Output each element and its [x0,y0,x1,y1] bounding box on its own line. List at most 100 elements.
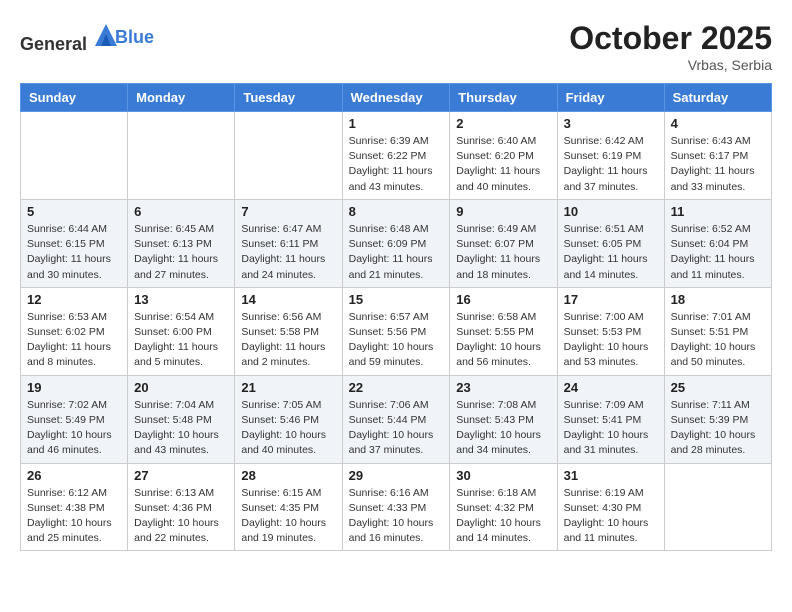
calendar-cell: 15 Sunrise: 6:57 AM Sunset: 5:56 PM Dayli… [342,287,450,375]
weekday-header: Wednesday [342,84,450,112]
day-number: 17 [564,292,658,307]
calendar-cell: 16 Sunrise: 6:58 AM Sunset: 5:55 PM Dayli… [450,287,557,375]
day-info: Sunrise: 7:09 AM Sunset: 5:41 PM Dayligh… [564,398,658,459]
weekday-header: Friday [557,84,664,112]
day-number: 15 [349,292,444,307]
day-info: Sunrise: 6:12 AM Sunset: 4:38 PM Dayligh… [27,486,121,547]
day-info: Sunrise: 7:04 AM Sunset: 5:48 PM Dayligh… [134,398,228,459]
calendar-cell: 3 Sunrise: 6:42 AM Sunset: 6:19 PM Daylig… [557,112,664,200]
calendar-cell: 8Sunrise: 6:48 AM Sunset: 6:09 PM Daylig… [342,199,450,287]
calendar-cell: 18Sunrise: 7:01 AM Sunset: 5:51 PM Dayli… [664,287,771,375]
calendar-cell [21,112,128,200]
day-info: Sunrise: 6:43 AM Sunset: 6:17 PM Dayligh… [671,134,765,195]
day-info: Sunrise: 6:58 AM Sunset: 5:55 PM Dayligh… [456,310,550,371]
day-number: 24 [564,380,658,395]
day-info: Sunrise: 7:02 AM Sunset: 5:49 PM Dayligh… [27,398,121,459]
calendar-cell [235,112,342,200]
calendar-cell: 24 Sunrise: 7:09 AM Sunset: 5:41 PM Dayli… [557,375,664,463]
calendar-cell: 10Sunrise: 6:51 AM Sunset: 6:05 PM Dayli… [557,199,664,287]
calendar-table: SundayMondayTuesdayWednesdayThursdayFrid… [20,83,772,551]
day-number: 30 [456,468,550,483]
weekday-header: Sunday [21,84,128,112]
calendar-cell: 29 Sunrise: 6:16 AM Sunset: 4:33 PM Dayli… [342,463,450,551]
calendar-cell: 22Sunrise: 7:06 AM Sunset: 5:44 PM Dayli… [342,375,450,463]
calendar-cell: 28 Sunrise: 6:15 AM Sunset: 4:35 PM Dayli… [235,463,342,551]
calendar-week-row: 1 Sunrise: 6:39 AM Sunset: 6:22 PM Daylig… [21,112,772,200]
day-info: Sunrise: 6:52 AM Sunset: 6:04 PM Dayligh… [671,222,765,283]
calendar-week-row: 26 Sunrise: 6:12 AM Sunset: 4:38 PM Dayli… [21,463,772,551]
day-number: 23 [456,380,550,395]
day-number: 5 [27,204,121,219]
weekday-header: Tuesday [235,84,342,112]
day-info: Sunrise: 7:00 AM Sunset: 5:53 PM Dayligh… [564,310,658,371]
calendar-cell: 30 Sunrise: 6:18 AM Sunset: 4:32 PM Dayli… [450,463,557,551]
calendar-cell: 25 Sunrise: 7:11 AM Sunset: 5:39 PM Dayli… [664,375,771,463]
day-info: Sunrise: 6:48 AM Sunset: 6:09 PM Dayligh… [349,222,444,283]
calendar-cell: 5 Sunrise: 6:44 AM Sunset: 6:15 PM Daylig… [21,199,128,287]
calendar-cell: 17 Sunrise: 7:00 AM Sunset: 5:53 PM Dayli… [557,287,664,375]
day-number: 20 [134,380,228,395]
day-number: 26 [27,468,121,483]
day-info: Sunrise: 6:44 AM Sunset: 6:15 PM Dayligh… [27,222,121,283]
day-number: 29 [349,468,444,483]
day-info: Sunrise: 6:42 AM Sunset: 6:19 PM Dayligh… [564,134,658,195]
calendar-cell: 23 Sunrise: 7:08 AM Sunset: 5:43 PM Dayli… [450,375,557,463]
day-number: 16 [456,292,550,307]
day-info: Sunrise: 6:49 AM Sunset: 6:07 PM Dayligh… [456,222,550,283]
day-number: 4 [671,116,765,131]
calendar-week-row: 5 Sunrise: 6:44 AM Sunset: 6:15 PM Daylig… [21,199,772,287]
calendar-cell: 19 Sunrise: 7:02 AM Sunset: 5:49 PM Dayli… [21,375,128,463]
day-info: Sunrise: 6:19 AM Sunset: 4:30 PM Dayligh… [564,486,658,547]
day-info: Sunrise: 6:54 AM Sunset: 6:00 PM Dayligh… [134,310,228,371]
day-number: 27 [134,468,228,483]
calendar-week-row: 19 Sunrise: 7:02 AM Sunset: 5:49 PM Dayli… [21,375,772,463]
day-info: Sunrise: 7:08 AM Sunset: 5:43 PM Dayligh… [456,398,550,459]
day-number: 21 [241,380,335,395]
calendar-cell: 9 Sunrise: 6:49 AM Sunset: 6:07 PM Daylig… [450,199,557,287]
day-number: 1 [349,116,444,131]
day-info: Sunrise: 6:56 AM Sunset: 5:58 PM Dayligh… [241,310,335,371]
calendar-cell: 7Sunrise: 6:47 AM Sunset: 6:11 PM Daylig… [235,199,342,287]
logo: General Blue [20,20,154,55]
day-info: Sunrise: 6:40 AM Sunset: 6:20 PM Dayligh… [456,134,550,195]
day-number: 19 [27,380,121,395]
day-number: 2 [456,116,550,131]
calendar-cell: 11Sunrise: 6:52 AM Sunset: 6:04 PM Dayli… [664,199,771,287]
day-number: 3 [564,116,658,131]
day-number: 31 [564,468,658,483]
calendar-cell [128,112,235,200]
month-title: October 2025 [569,20,772,57]
day-info: Sunrise: 7:06 AM Sunset: 5:44 PM Dayligh… [349,398,444,459]
calendar-cell: 2 Sunrise: 6:40 AM Sunset: 6:20 PM Daylig… [450,112,557,200]
day-number: 12 [27,292,121,307]
calendar-cell: 27 Sunrise: 6:13 AM Sunset: 4:36 PM Dayli… [128,463,235,551]
day-number: 9 [456,204,550,219]
weekday-header: Monday [128,84,235,112]
day-info: Sunrise: 6:53 AM Sunset: 6:02 PM Dayligh… [27,310,121,371]
day-number: 10 [564,204,658,219]
day-info: Sunrise: 6:47 AM Sunset: 6:11 PM Dayligh… [241,222,335,283]
calendar-cell: 20 Sunrise: 7:04 AM Sunset: 5:48 PM Dayli… [128,375,235,463]
calendar-week-row: 12 Sunrise: 6:53 AM Sunset: 6:02 PM Dayli… [21,287,772,375]
day-number: 14 [241,292,335,307]
title-section: October 2025 Vrbas, Serbia [569,20,772,73]
calendar-cell: 4 Sunrise: 6:43 AM Sunset: 6:17 PM Daylig… [664,112,771,200]
calendar-cell [664,463,771,551]
day-info: Sunrise: 6:13 AM Sunset: 4:36 PM Dayligh… [134,486,228,547]
calendar-cell: 6Sunrise: 6:45 AM Sunset: 6:13 PM Daylig… [128,199,235,287]
location-subtitle: Vrbas, Serbia [569,57,772,73]
page-header: General Blue October 2025 Vrbas, Serbia [20,20,772,73]
day-number: 25 [671,380,765,395]
calendar-cell: 1 Sunrise: 6:39 AM Sunset: 6:22 PM Daylig… [342,112,450,200]
day-number: 28 [241,468,335,483]
day-info: Sunrise: 6:39 AM Sunset: 6:22 PM Dayligh… [349,134,444,195]
day-info: Sunrise: 7:01 AM Sunset: 5:51 PM Dayligh… [671,310,765,371]
day-info: Sunrise: 6:18 AM Sunset: 4:32 PM Dayligh… [456,486,550,547]
day-info: Sunrise: 6:57 AM Sunset: 5:56 PM Dayligh… [349,310,444,371]
calendar-cell: 14 Sunrise: 6:56 AM Sunset: 5:58 PM Dayli… [235,287,342,375]
day-info: Sunrise: 6:16 AM Sunset: 4:33 PM Dayligh… [349,486,444,547]
day-info: Sunrise: 6:15 AM Sunset: 4:35 PM Dayligh… [241,486,335,547]
calendar-cell: 31 Sunrise: 6:19 AM Sunset: 4:30 PM Dayli… [557,463,664,551]
day-info: Sunrise: 7:11 AM Sunset: 5:39 PM Dayligh… [671,398,765,459]
calendar-cell: 12 Sunrise: 6:53 AM Sunset: 6:02 PM Dayli… [21,287,128,375]
